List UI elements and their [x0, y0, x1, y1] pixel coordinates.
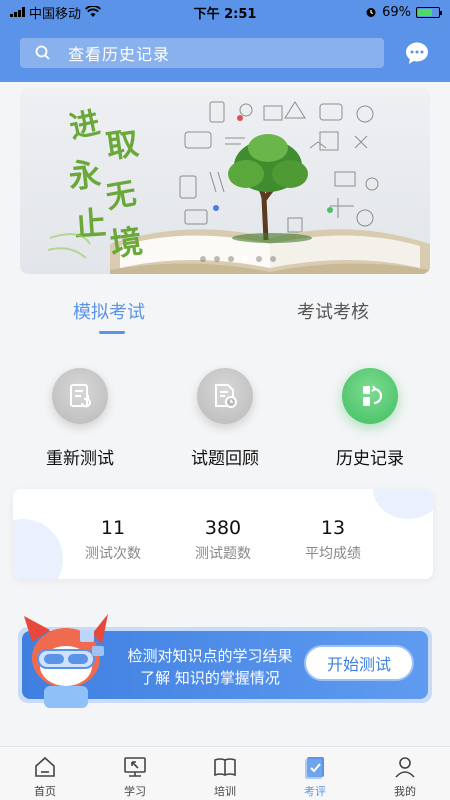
carousel-indicator: [200, 256, 276, 262]
chat-icon[interactable]: [404, 40, 430, 66]
nav-profile[interactable]: 我的: [360, 747, 450, 800]
book-icon: [214, 758, 236, 777]
carousel-dot[interactable]: [214, 256, 220, 262]
nav-label: 考评: [304, 785, 326, 798]
search-placeholder: 查看历史记录: [68, 45, 171, 64]
nav-training[interactable]: 培训: [180, 747, 270, 800]
study-icon: [124, 757, 146, 777]
history-icon: [342, 368, 398, 424]
review-icon: [197, 368, 253, 424]
carousel-dot-active[interactable]: [242, 256, 248, 262]
banner-image: 进 取 永 无 止 境: [47, 101, 430, 274]
search-input[interactable]: 查看历史记录: [20, 38, 384, 68]
carrier-label: 中国移动: [29, 6, 82, 22]
svg-text:无: 无: [103, 176, 139, 216]
svg-text:进: 进: [66, 105, 103, 145]
exam-tabs: 模拟考试 考试考核: [0, 298, 450, 340]
bottom-navigation: 首页 学习 培训 考评 我的: [0, 746, 450, 800]
review-label: 试题回顾: [191, 449, 259, 469]
stat-label: 测试题数: [195, 546, 251, 562]
wifi-icon: [85, 6, 102, 17]
nav-study[interactable]: 学习: [90, 747, 180, 800]
battery-percent: 69%: [382, 4, 411, 20]
stat-label: 测试次数: [85, 546, 141, 562]
review-button[interactable]: 试题回顾: [170, 368, 280, 469]
mascot-icon: [24, 614, 108, 708]
alarm-icon: [366, 8, 376, 17]
tab-mock-exam[interactable]: 模拟考试: [73, 298, 145, 324]
nav-exam[interactable]: 考评: [270, 747, 360, 800]
stat-value: 380: [204, 517, 242, 539]
active-tab-indicator: [99, 331, 125, 334]
search-icon: [35, 45, 50, 60]
history-label: 历史记录: [336, 449, 404, 469]
decor-shape: [13, 519, 63, 579]
nav-label: 培训: [214, 785, 236, 798]
clock: 下午 2:51: [193, 6, 257, 22]
carousel-dot[interactable]: [228, 256, 234, 262]
nav-home[interactable]: 首页: [0, 747, 90, 800]
carousel-dot[interactable]: [270, 256, 276, 262]
svg-text:止: 止: [73, 204, 108, 244]
carousel-dot[interactable]: [200, 256, 206, 262]
carousel-dot[interactable]: [256, 256, 262, 262]
promo-line-2: 了解 知识的掌握情况: [140, 669, 280, 687]
home-icon: [35, 756, 55, 777]
stats-card: 11 测试次数 380 测试题数 13 平均成绩: [13, 489, 433, 579]
retest-label: 重新测试: [46, 449, 114, 469]
stat-test-count: 11 测试次数: [58, 517, 168, 563]
profile-icon: [395, 757, 415, 778]
signal-icon: [10, 7, 25, 17]
nav-label: 我的: [394, 785, 416, 798]
start-test-button[interactable]: 开始测试: [304, 645, 414, 681]
stat-label: 平均成绩: [305, 546, 361, 562]
promo-carousel[interactable]: 进 取 永 无 止 境: [20, 88, 430, 274]
stat-value: 13: [320, 517, 346, 539]
tab-exam-assessment[interactable]: 考试考核: [297, 298, 369, 324]
stat-value: 11: [100, 517, 126, 539]
header: 查看历史记录: [0, 24, 450, 82]
promo-text: 检测对知识点的学习结果 了解 知识的掌握情况: [118, 645, 302, 689]
nav-label: 学习: [124, 785, 146, 798]
stat-average-score: 13 平均成绩: [278, 517, 388, 563]
retest-icon: [52, 368, 108, 424]
battery-icon: [416, 6, 442, 18]
nav-label: 首页: [34, 785, 56, 798]
stat-question-count: 380 测试题数: [168, 517, 278, 563]
status-bar: 中国移动 下午 2:51 69%: [0, 0, 450, 24]
exam-icon: [305, 757, 324, 779]
promo-line-1: 检测对知识点的学习结果: [127, 647, 293, 665]
svg-text:境: 境: [108, 222, 145, 264]
svg-text:取: 取: [104, 124, 141, 166]
retest-button[interactable]: 重新测试: [25, 368, 135, 469]
svg-text:永: 永: [67, 155, 103, 196]
decor-shape: [373, 489, 433, 519]
history-button[interactable]: 历史记录: [315, 368, 425, 469]
